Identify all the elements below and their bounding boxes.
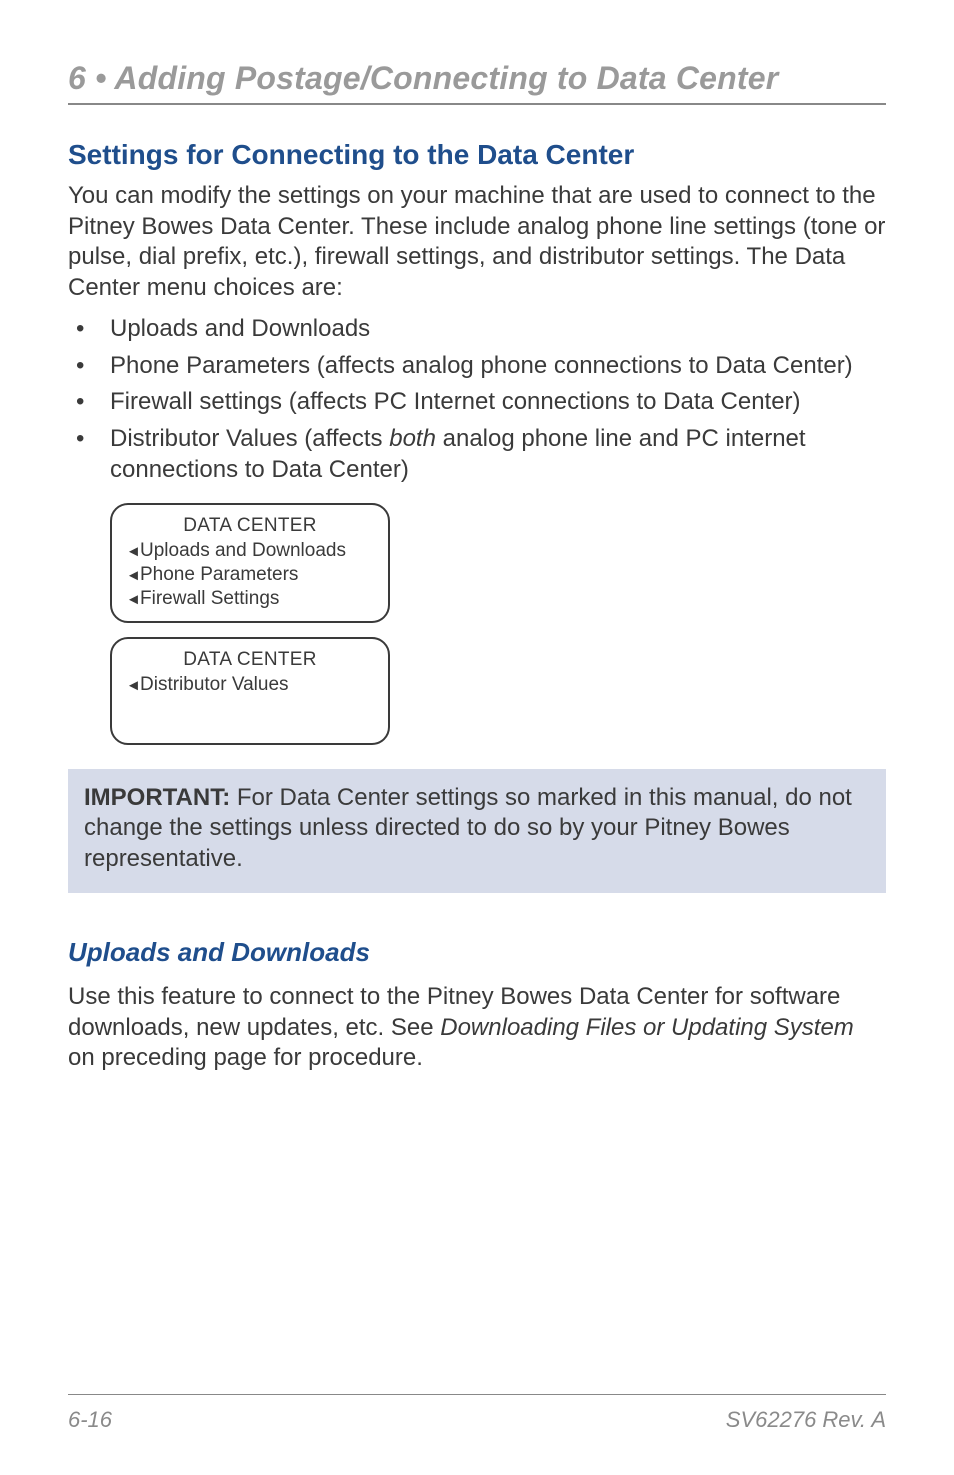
footer-rule [68, 1394, 886, 1395]
bullet-text-em: both [389, 425, 436, 452]
bullet-list: Uploads and Downloads Phone Parameters (… [68, 314, 886, 486]
document-rev: SV62276 Rev. A [726, 1407, 886, 1433]
page: 6 • Adding Postage/Connecting to Data Ce… [0, 0, 954, 1475]
bullet-text: Firewall settings (affects PC Internet c… [110, 388, 801, 415]
lcd-item: ◄Distributor Values [126, 673, 374, 697]
bullet-text: Phone Parameters (affects analog phone c… [110, 352, 853, 379]
bullet-text: Distributor Values (affects [110, 425, 389, 452]
footer: 6-16 SV62276 Rev. A [68, 1394, 886, 1433]
left-arrow-icon: ◄ [126, 543, 140, 562]
sub-text-em: Downloading Files or Updating System [440, 1014, 854, 1041]
bullet-text: Uploads and Downloads [110, 315, 370, 342]
chapter-title: 6 • Adding Postage/Connecting to Data Ce… [68, 60, 886, 97]
lcd-title: DATA CENTER [126, 515, 374, 537]
callout-label: IMPORTANT: [84, 784, 230, 811]
page-number: 6-16 [68, 1407, 112, 1433]
lcd-item-label: Firewall Settings [140, 588, 279, 609]
left-arrow-icon: ◄ [126, 567, 140, 586]
lcd-item-label: Uploads and Downloads [140, 540, 346, 561]
left-arrow-icon: ◄ [126, 677, 140, 696]
lcd-item: ◄Phone Parameters [126, 563, 374, 587]
callout-text: IMPORTANT: For Data Center settings so m… [84, 783, 870, 875]
left-arrow-icon: ◄ [126, 591, 140, 610]
lcd-item: ◄Uploads and Downloads [126, 539, 374, 563]
bullet-item: Uploads and Downloads [68, 314, 886, 345]
sub-body: Use this feature to connect to the Pitne… [68, 982, 886, 1074]
bullet-item: Firewall settings (affects PC Internet c… [68, 387, 886, 418]
lcd-item-label: Phone Parameters [140, 564, 298, 585]
section-title: Settings for Connecting to the Data Cent… [68, 139, 886, 171]
lcd-item-label: Distributor Values [140, 674, 289, 695]
sub-text: on preceding page for procedure. [68, 1044, 423, 1071]
bullet-item: Distributor Values (affects both analog … [68, 424, 886, 485]
lcd-title: DATA CENTER [126, 649, 374, 671]
section-intro: You can modify the settings on your mach… [68, 181, 886, 304]
lcd-screen: DATA CENTER ◄Distributor Values [110, 637, 390, 745]
subheading: Uploads and Downloads [68, 937, 886, 968]
important-callout: IMPORTANT: For Data Center settings so m… [68, 769, 886, 893]
bullet-item: Phone Parameters (affects analog phone c… [68, 351, 886, 382]
lcd-item: ◄Firewall Settings [126, 587, 374, 611]
footer-row: 6-16 SV62276 Rev. A [68, 1407, 886, 1433]
lcd-screen: DATA CENTER ◄Uploads and Downloads ◄Phon… [110, 503, 390, 622]
chapter-rule [68, 103, 886, 105]
